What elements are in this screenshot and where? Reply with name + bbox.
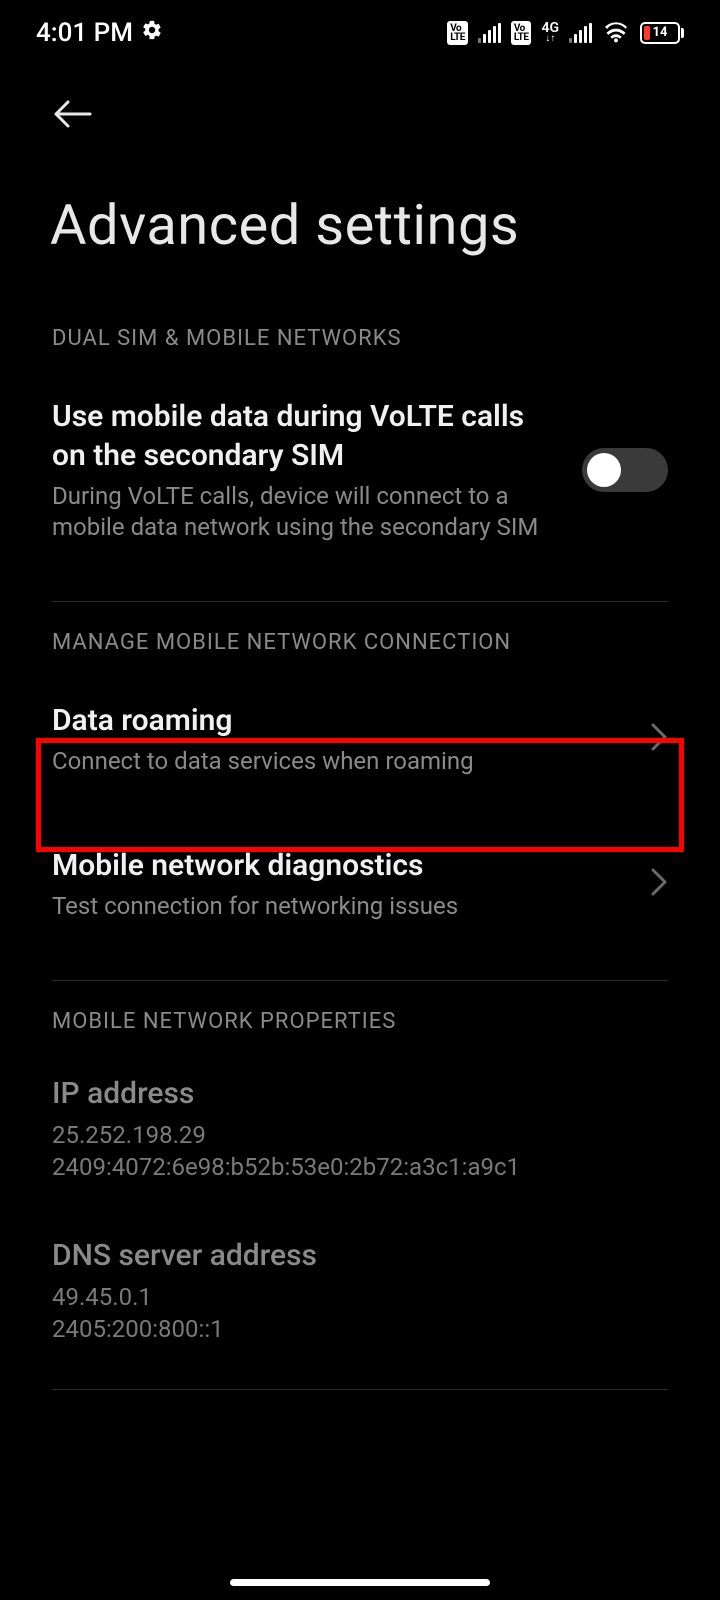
setting-title: Data roaming [52, 701, 626, 740]
setting-text: Use mobile data during VoLTE calls on th… [52, 397, 558, 543]
setting-subtitle: During VoLTE calls, device will connect … [52, 481, 558, 543]
back-button[interactable] [50, 98, 94, 134]
dns-v6: 2405:200:800::1 [52, 1313, 668, 1345]
divider [52, 1389, 668, 1390]
ip-v6: 2409:4072:6e98:b52b:53e0:2b72:a3c1:a9c1 [52, 1151, 668, 1183]
chevron-right-icon [650, 722, 668, 756]
page-title: Advanced settings [0, 144, 720, 298]
signal-icon [478, 23, 501, 43]
info-title: DNS server address [52, 1238, 668, 1273]
ip-v4: 25.252.198.29 [52, 1119, 668, 1151]
network-type: 4G ↓↑ [541, 23, 559, 44]
network-diagnostics-row[interactable]: Mobile network diagnostics Test connecti… [0, 806, 720, 950]
volte-secondary-sim-row[interactable]: Use mobile data during VoLTE calls on th… [0, 369, 720, 571]
setting-subtitle: Test connection for networking issues [52, 891, 626, 922]
home-indicator[interactable] [230, 1579, 490, 1586]
status-right: VoLTE VoLTE 4G ↓↑ 14 [447, 21, 684, 45]
battery-icon: 14 [640, 22, 684, 44]
signal-icon [569, 23, 592, 43]
data-roaming-row[interactable]: Data roaming Connect to data services wh… [0, 673, 720, 805]
gear-icon [141, 19, 163, 47]
section-header-dual-sim: DUAL SIM & MOBILE NETWORKS [0, 298, 720, 369]
setting-title: Mobile network diagnostics [52, 846, 626, 885]
volte-toggle[interactable] [582, 448, 668, 492]
volte-icon: VoLTE [447, 21, 468, 45]
clock: 4:01 PM [36, 18, 133, 48]
dns-v4: 49.45.0.1 [52, 1281, 668, 1313]
ip-address-block: IP address 25.252.198.29 2409:4072:6e98:… [0, 1052, 720, 1204]
section-header-manage: MANAGE MOBILE NETWORK CONNECTION [0, 602, 720, 673]
header-bar [0, 58, 720, 144]
setting-text: Mobile network diagnostics Test connecti… [52, 846, 626, 922]
volte-icon: VoLTE [511, 21, 532, 45]
chevron-right-icon [650, 867, 668, 901]
info-title: IP address [52, 1076, 668, 1111]
dns-address-block: DNS server address 49.45.0.1 2405:200:80… [0, 1204, 720, 1366]
setting-subtitle: Connect to data services when roaming [52, 746, 626, 777]
section-header-properties: MOBILE NETWORK PROPERTIES [0, 981, 720, 1052]
setting-text: Data roaming Connect to data services wh… [52, 701, 626, 777]
wifi-icon [602, 22, 630, 44]
status-bar: 4:01 PM VoLTE VoLTE 4G ↓↑ [0, 0, 720, 58]
setting-title: Use mobile data during VoLTE calls on th… [52, 397, 558, 475]
status-left: 4:01 PM [36, 18, 163, 48]
